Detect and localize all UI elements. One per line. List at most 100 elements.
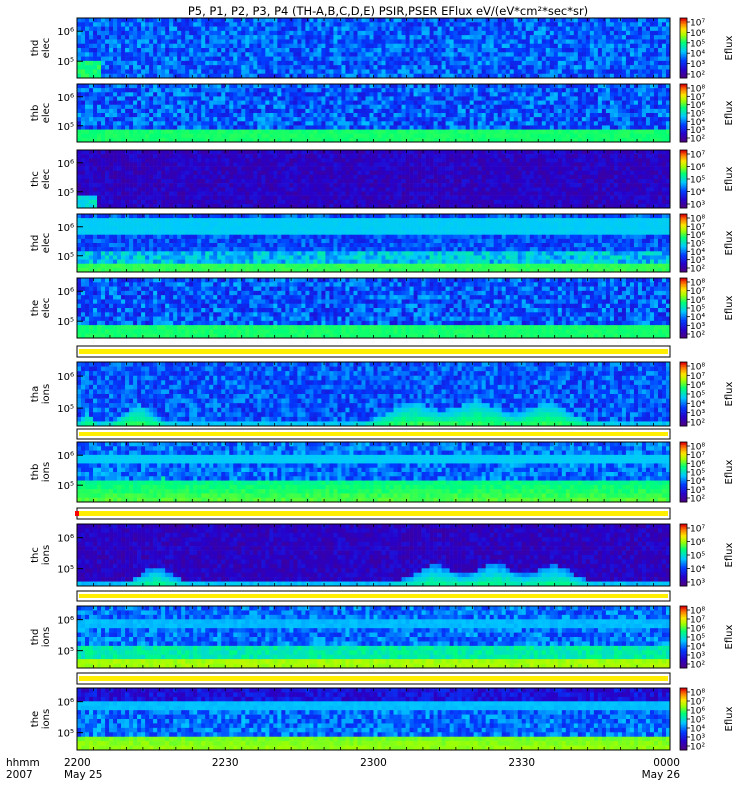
- spectrogram-cell: [510, 39, 514, 44]
- spectrogram-cell: [149, 187, 153, 191]
- spectrogram-cell: [305, 92, 309, 96]
- spectrogram-cell: [622, 39, 626, 44]
- spectrogram-cell: [153, 183, 157, 187]
- spectrogram-cell: [586, 117, 590, 121]
- spectrogram-cell: [630, 27, 634, 32]
- spectrogram-cell: [586, 65, 590, 70]
- spectrogram-cell: [237, 48, 241, 53]
- spectrogram-cell: [626, 134, 630, 138]
- spectrogram-cell: [542, 117, 546, 121]
- spectrogram-cell: [654, 22, 658, 27]
- spectrogram-cell: [237, 125, 241, 129]
- spectrogram-cell: [374, 105, 378, 109]
- spectrogram-cell: [129, 69, 133, 74]
- spectrogram-cell: [534, 31, 538, 36]
- spectrogram-cell: [586, 134, 590, 138]
- spectrogram-cell: [125, 65, 129, 70]
- spectrogram-cell: [277, 130, 281, 134]
- spectrogram-cell: [394, 92, 398, 96]
- spectrogram-cell: [173, 105, 177, 109]
- spectrogram-cell: [265, 52, 269, 57]
- spectrogram-cell: [498, 96, 502, 100]
- spectrogram-cell: [650, 96, 654, 100]
- spectrogram-cell: [586, 92, 590, 96]
- spectrogram-cell: [145, 200, 149, 204]
- spectrogram-cell: [121, 69, 125, 74]
- spectrogram-cell: [506, 57, 510, 62]
- spectrogram-cell: [97, 22, 101, 27]
- spectrogram-cell: [217, 84, 221, 88]
- spectrogram-cell: [177, 39, 181, 44]
- spectrogram-cell: [77, 27, 81, 32]
- spectrogram-cell: [446, 84, 450, 88]
- spectrogram-cell: [502, 113, 506, 117]
- spectrogram-cell: [454, 22, 458, 27]
- spectrogram-cell: [129, 158, 133, 162]
- spectrogram-cell: [237, 92, 241, 96]
- spectrogram-cell: [109, 61, 113, 66]
- spectrogram-cell: [646, 92, 650, 96]
- spectrogram-cell: [378, 109, 382, 113]
- spectrogram-cell: [229, 158, 233, 162]
- spectrogram-cell: [109, 158, 113, 162]
- spectrogram-cell: [614, 57, 618, 62]
- spectrogram-cell: [93, 31, 97, 36]
- spectrogram-cell: [602, 101, 606, 105]
- spectrogram-cell: [137, 154, 141, 158]
- spectrogram-cell: [562, 27, 566, 32]
- spectrogram-cell: [157, 101, 161, 105]
- spectrogram-cell: [542, 130, 546, 134]
- spectrogram-cell: [121, 171, 125, 175]
- spectrogram-cell: [506, 92, 510, 96]
- spectrogram-cell: [482, 48, 486, 53]
- spectrogram-cell: [305, 44, 309, 49]
- spectrogram-cell: [658, 84, 662, 88]
- spectrogram-cell: [113, 61, 117, 66]
- spectrogram-cell: [514, 130, 518, 134]
- spectrogram-cell: [125, 39, 129, 44]
- spectrogram-cell: [193, 121, 197, 125]
- spectrogram-cell: [582, 18, 586, 23]
- spectrogram-cell: [233, 22, 237, 27]
- spectrogram-cell: [89, 167, 93, 171]
- spectrogram-cell: [357, 69, 361, 74]
- spectrogram-cell: [189, 125, 193, 129]
- spectrogram-cell: [634, 96, 638, 100]
- spectrogram-cell: [490, 105, 494, 109]
- spectrogram-cell: [241, 121, 245, 125]
- spectrogram-cell: [269, 88, 273, 92]
- spectrogram-cell: [105, 196, 109, 200]
- spectrogram-cell: [414, 134, 418, 138]
- spectrogram-cell: [470, 109, 474, 113]
- spectrogram-cell: [229, 121, 233, 125]
- spectrogram-cell: [530, 39, 534, 44]
- spectrogram-cell: [117, 39, 121, 44]
- spectrogram-cell: [89, 117, 93, 121]
- spectrogram-cell: [225, 96, 229, 100]
- spectrogram-cell: [185, 121, 189, 125]
- spectrogram-cell: [277, 105, 281, 109]
- spectrogram-cell: [145, 39, 149, 44]
- spectrogram-cell: [125, 27, 129, 32]
- spectrogram-cell: [562, 35, 566, 40]
- spectrogram-cell: [570, 88, 574, 92]
- spectrogram-cell: [486, 65, 490, 70]
- spectrogram-cell: [478, 117, 482, 121]
- spectrogram-cell: [129, 154, 133, 158]
- spectrogram-cell: [658, 117, 662, 121]
- spectrogram-cell: [161, 52, 165, 57]
- spectrogram-cell: [161, 183, 165, 187]
- spectrogram-cell: [390, 22, 394, 27]
- spectrogram-cell: [301, 27, 305, 32]
- spectrogram-cell: [438, 125, 442, 129]
- spectrogram-cell: [217, 65, 221, 70]
- colorbar-tick-label: 10⁵: [690, 39, 705, 49]
- spectrogram-cell: [450, 92, 454, 96]
- spectrogram-cell: [558, 61, 562, 66]
- spectrogram-cell: [369, 105, 373, 109]
- spectrogram-cell: [177, 183, 181, 187]
- spectrogram-cell: [410, 52, 414, 57]
- spectrogram-cell: [101, 158, 105, 162]
- spectrogram-cell: [498, 65, 502, 70]
- spectrogram-cell: [458, 65, 462, 70]
